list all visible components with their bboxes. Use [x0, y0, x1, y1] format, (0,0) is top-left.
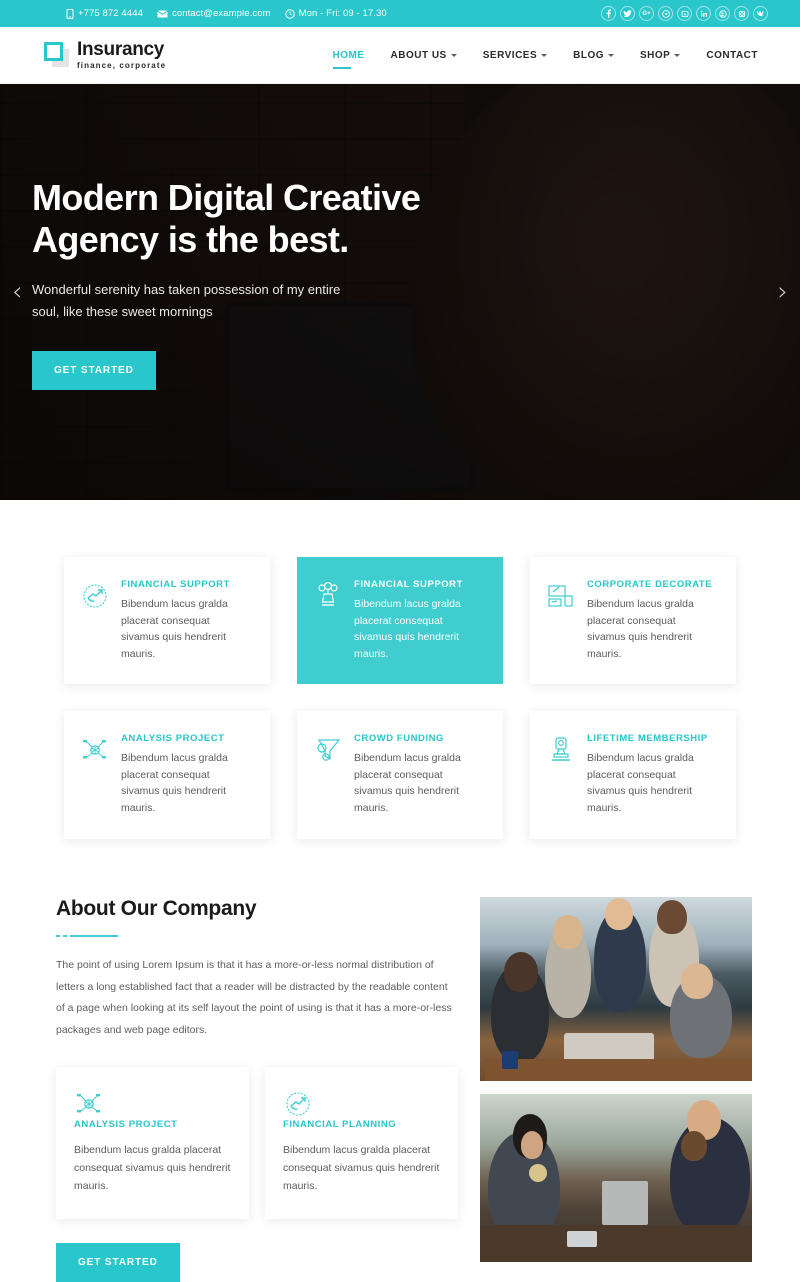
- chevron-down-icon: [450, 53, 457, 57]
- about-card-desc: Bibendum lacus gralda placerat consequat…: [74, 1144, 231, 1193]
- about-card-title: FINANCIAL PLANNING: [283, 1119, 397, 1131]
- site-logo[interactable]: Insurancy finance, corporate: [44, 40, 166, 70]
- about-card-desc: Bibendum lacus gralda placerat consequat…: [283, 1144, 440, 1193]
- nav-label: ABOUT US: [390, 49, 447, 61]
- about-heading: About Our Company: [56, 896, 257, 920]
- hero-title: Modern Digital Creative Agency is the be…: [32, 177, 421, 261]
- nav-label: SERVICES: [482, 49, 538, 61]
- facebook-icon[interactable]: [601, 6, 616, 21]
- nav-label: BLOG: [573, 49, 605, 61]
- funnel-coin-icon: [313, 735, 343, 765]
- network-analysis-icon: [80, 735, 110, 765]
- about-photos: [480, 896, 752, 1282]
- section-divider: [56, 934, 458, 938]
- envelope-icon: [157, 9, 168, 18]
- nav-label: HOME: [332, 49, 365, 61]
- topbar-email-text: contact@example.com: [171, 8, 271, 19]
- chevron-down-icon: [674, 53, 681, 57]
- service-card-lifetime-membership[interactable]: LIFETIME MEMBERSHIP Bibendum lacus grald…: [530, 711, 736, 839]
- logo-tagline: finance, corporate: [77, 61, 167, 70]
- hero-prev-arrow-icon[interactable]: ‹: [12, 279, 22, 305]
- about-section: About Our Company The point of using Lor…: [0, 838, 800, 1282]
- chevron-down-icon: [608, 53, 615, 57]
- topbar-phone-text: +775 872 4444: [78, 8, 143, 19]
- service-card-desc: Bibendum lacus gralda placerat consequat…: [121, 598, 228, 660]
- about-feature-cards: ANALYSIS PROJECT Bibendum lacus gralda p…: [56, 1067, 458, 1220]
- service-card-desc: Bibendum lacus gralda placerat consequat…: [587, 752, 694, 815]
- phone-icon: [66, 8, 74, 19]
- twitter-icon[interactable]: [620, 6, 635, 21]
- about-get-started-button[interactable]: GET STARTED: [56, 1243, 180, 1282]
- service-card-title: CROWD FUNDING: [354, 733, 445, 745]
- service-card-title: LIFETIME MEMBERSHIP: [587, 733, 708, 745]
- social-links: G+: [601, 6, 768, 21]
- service-card-title: FINANCIAL SUPPORT: [354, 579, 463, 590]
- service-card-analysis-project[interactable]: ANALYSIS PROJECT Bibendum lacus gralda p…: [64, 711, 270, 839]
- handshake-icon: [283, 1089, 440, 1119]
- services-section: FINANCIAL SUPPORT Bibendum lacus gralda …: [0, 500, 800, 839]
- dribbble-icon[interactable]: [658, 6, 673, 21]
- two-people-outdoor-meeting-photo: [480, 1093, 752, 1262]
- hero-next-arrow-icon[interactable]: ›: [778, 279, 788, 305]
- behance-icon[interactable]: [715, 6, 730, 21]
- service-card-title: CORPORATE DECORATE: [587, 579, 713, 590]
- site-header: Insurancy finance, corporate HOME ABOUT …: [0, 27, 800, 84]
- clock-icon: [284, 8, 295, 19]
- about-card-title: ANALYSIS PROJECT: [74, 1119, 178, 1131]
- service-card-desc: Bibendum lacus gralda placerat consequat…: [121, 752, 228, 815]
- about-card-financial-planning[interactable]: FINANCIAL PLANNING Bibendum lacus gralda…: [265, 1067, 458, 1220]
- podium-idea-icon: [313, 581, 343, 611]
- nav-item-services[interactable]: SERVICES: [482, 42, 548, 69]
- topbar-phone[interactable]: +775 872 4444: [66, 8, 143, 19]
- top-contact-bar: +775 872 4444 contact@example.com Mon - …: [0, 0, 800, 27]
- service-card-crowd-funding[interactable]: CROWD FUNDING Bibendum lacus gralda plac…: [297, 711, 503, 839]
- service-card-corporate-decorate[interactable]: CORPORATE DECORATE Bibendum lacus gralda…: [530, 557, 736, 685]
- handshake-icon: [80, 581, 110, 611]
- business-team-meeting-photo: [480, 896, 752, 1081]
- nav-item-shop[interactable]: SHOP: [640, 42, 681, 69]
- about-paragraph: The point of using Lorem Ipsum is that i…: [56, 959, 452, 1036]
- google-plus-icon[interactable]: G+: [639, 6, 654, 21]
- hero-subtitle: Wonderful serenity has taken possession …: [32, 281, 341, 320]
- devices-design-icon: [546, 581, 576, 611]
- main-navigation: HOME ABOUT US SERVICES BLOG SHOP CONTACT: [332, 42, 759, 69]
- topbar-hours: Mon - Fri: 09 - 17.30: [284, 8, 387, 19]
- service-card-desc: Bibendum lacus gralda placerat consequat…: [587, 598, 694, 660]
- service-card-financial-support[interactable]: FINANCIAL SUPPORT Bibendum lacus gralda …: [64, 557, 270, 685]
- badge-stamp-icon: [546, 735, 576, 765]
- service-card-financial-support-featured[interactable]: FINANCIAL SUPPORT Bibendum lacus gralda …: [297, 557, 503, 685]
- service-card-title: FINANCIAL SUPPORT: [121, 579, 230, 590]
- nav-item-blog[interactable]: BLOG: [573, 42, 615, 69]
- about-card-analysis-project[interactable]: ANALYSIS PROJECT Bibendum lacus gralda p…: [56, 1067, 249, 1220]
- hero-slider: Modern Digital Creative Agency is the be…: [0, 84, 800, 500]
- nav-item-contact[interactable]: CONTACT: [706, 42, 758, 69]
- vk-icon[interactable]: [753, 6, 768, 21]
- logo-square-icon: [44, 42, 70, 68]
- topbar-hours-text: Mon - Fri: 09 - 17.30: [298, 8, 387, 19]
- topbar-email[interactable]: contact@example.com: [157, 8, 271, 19]
- service-card-desc: Bibendum lacus gralda placerat consequat…: [354, 752, 461, 815]
- nav-item-home[interactable]: HOME: [332, 42, 365, 69]
- nav-label: CONTACT: [706, 49, 758, 61]
- network-analysis-icon: [74, 1089, 231, 1119]
- instagram-icon[interactable]: [734, 6, 749, 21]
- youtube-icon[interactable]: [677, 6, 692, 21]
- hero-get-started-button[interactable]: GET STARTED: [32, 350, 156, 390]
- logo-name: Insurancy: [77, 39, 165, 60]
- service-card-title: ANALYSIS PROJECT: [121, 733, 225, 745]
- services-grid: FINANCIAL SUPPORT Bibendum lacus gralda …: [64, 557, 736, 839]
- service-card-desc: Bibendum lacus gralda placerat consequat…: [354, 598, 461, 660]
- chevron-down-icon: [541, 53, 548, 57]
- nav-item-about-us[interactable]: ABOUT US: [391, 42, 457, 69]
- linkedin-icon[interactable]: [696, 6, 711, 21]
- nav-label: SHOP: [640, 49, 671, 61]
